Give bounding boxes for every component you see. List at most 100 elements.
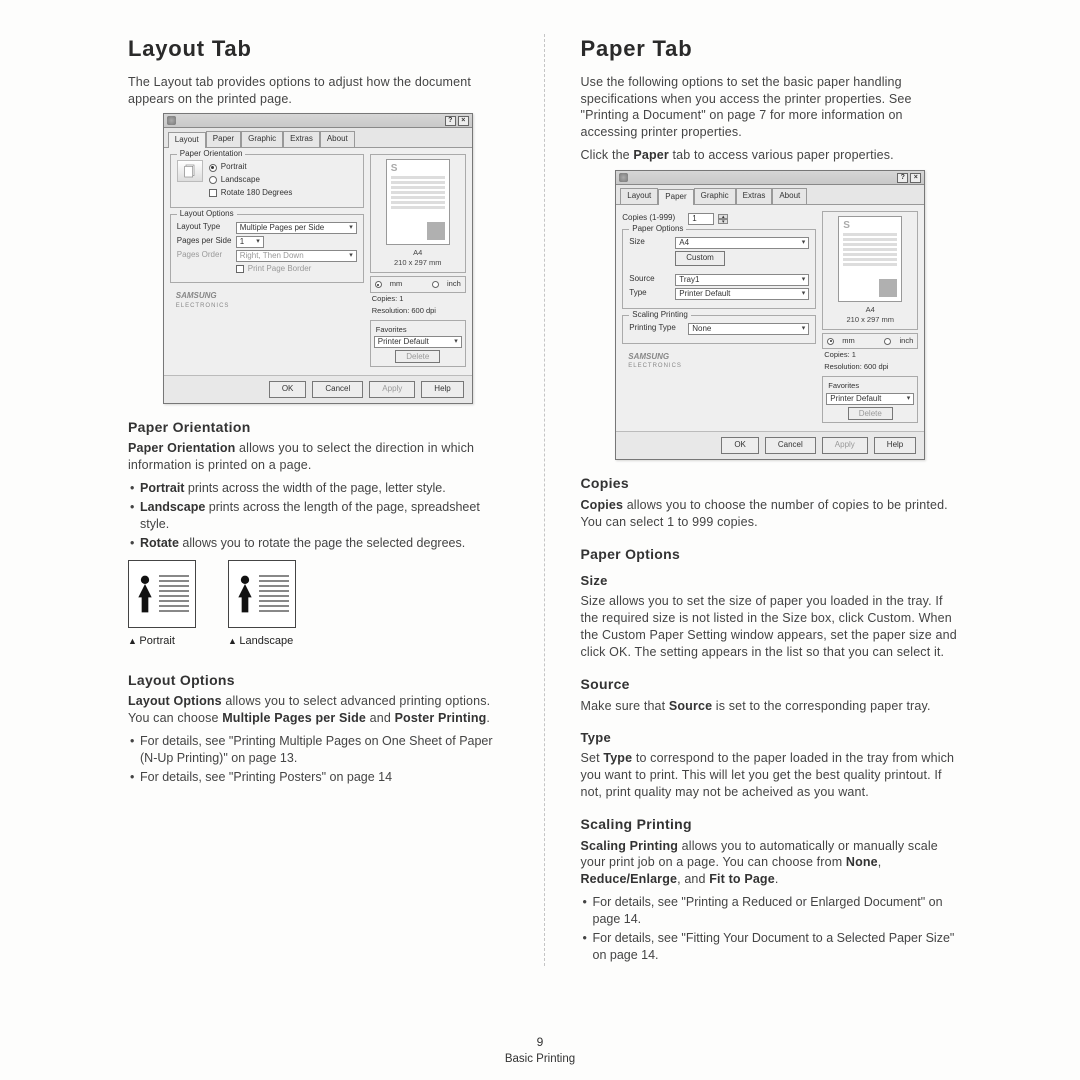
list-item: For details, see "Printing Multiple Page… (130, 733, 508, 767)
pages-per-side-select[interactable]: 1▾ (236, 236, 264, 248)
page-number: 9 (0, 1034, 1080, 1050)
source-label: Source (629, 274, 671, 285)
preview-pane: S A4210 x 297 mm (822, 211, 918, 330)
landscape-thumbnail (228, 560, 296, 628)
custom-button[interactable]: Custom (675, 251, 725, 266)
apply-button: Apply (822, 437, 868, 454)
size-text: Size allows you to set the size of paper… (581, 593, 961, 661)
favorites-title: Favorites (374, 324, 462, 336)
help-button[interactable]: Help (874, 437, 916, 454)
pages-per-side-label: Pages per Side (177, 236, 232, 247)
unit-inch-radio[interactable] (432, 281, 439, 288)
app-icon (167, 116, 176, 125)
tab-about[interactable]: About (320, 131, 355, 147)
layout-options-text: Layout Options allows you to select adva… (128, 693, 508, 727)
copies-text: Copies allows you to choose the number o… (581, 497, 961, 531)
copies-label: Copies (1-999) (622, 213, 684, 224)
copies-heading: Copies (581, 474, 961, 493)
landscape-label: Landscape (221, 175, 260, 186)
print-border-label: Print Page Border (248, 264, 312, 275)
close-icon[interactable]: × (458, 116, 469, 126)
close-icon[interactable]: × (910, 173, 921, 183)
copies-info: Copies: 1 (822, 349, 918, 361)
type-select[interactable]: Printer Default▾ (675, 288, 809, 300)
landscape-caption: Landscape (228, 634, 298, 649)
spinner-down[interactable]: ▾ (718, 219, 728, 224)
tab-extras[interactable]: Extras (283, 131, 320, 147)
size-heading: Size (581, 572, 961, 590)
delete-button: Delete (848, 407, 893, 420)
paper-tab-heading: Paper Tab (581, 34, 961, 64)
size-select[interactable]: A4▾ (675, 237, 809, 249)
orientation-icon (177, 160, 203, 182)
tab-about[interactable]: About (772, 188, 807, 204)
copies-input[interactable]: 1 (688, 213, 714, 225)
cancel-button[interactable]: Cancel (765, 437, 816, 454)
tab-layout[interactable]: Layout (620, 188, 658, 204)
source-text: Make sure that Source is set to the corr… (581, 698, 961, 715)
list-item: Portrait prints across the width of the … (130, 480, 508, 497)
list-item: Rotate allows you to rotate the page the… (130, 535, 508, 552)
layout-type-label: Layout Type (177, 222, 232, 233)
tab-graphic[interactable]: Graphic (694, 188, 736, 204)
samsung-logo: SAMSUNGELECTRONICS (622, 350, 816, 373)
group-title: Paper Options (629, 224, 686, 235)
tab-extras[interactable]: Extras (736, 188, 773, 204)
portrait-label: Portrait (221, 162, 247, 173)
group-title: Paper Orientation (177, 149, 246, 160)
size-label: Size (629, 237, 671, 248)
right-column: Paper Tab Use the following options to s… (581, 34, 961, 966)
layout-type-select[interactable]: Multiple Pages per Side▾ (236, 222, 357, 234)
source-heading: Source (581, 675, 961, 694)
app-icon (619, 173, 628, 182)
list-item: For details, see "Printing a Reduced or … (583, 894, 961, 928)
group-title: Scaling Printing (629, 310, 691, 321)
help-icon[interactable]: ? (445, 116, 456, 126)
list-item: For details, see "Fitting Your Document … (583, 930, 961, 964)
scaling-heading: Scaling Printing (581, 815, 961, 834)
type-heading: Type (581, 729, 961, 747)
page-order-select: Right, Then Down▾ (236, 250, 357, 262)
tab-graphic[interactable]: Graphic (241, 131, 283, 147)
portrait-thumbnail (128, 560, 196, 628)
source-select[interactable]: Tray1▾ (675, 274, 809, 286)
favorites-select[interactable]: Printer Default▾ (374, 336, 462, 348)
cancel-button[interactable]: Cancel (312, 381, 363, 398)
unit-inch-radio[interactable] (884, 338, 891, 345)
favorites-select[interactable]: Printer Default▾ (826, 393, 914, 405)
landscape-radio[interactable] (209, 176, 217, 184)
unit-mm-radio[interactable] (375, 281, 382, 288)
rotate-label: Rotate 180 Degrees (221, 188, 293, 199)
print-border-checkbox (236, 265, 244, 273)
preview-pane: S A4210 x 297 mm (370, 154, 466, 273)
portrait-radio[interactable] (209, 164, 217, 172)
page-footer: 9 Basic Printing (0, 1034, 1080, 1068)
resolution-info: Resolution: 600 dpi (370, 305, 466, 317)
favorites-title: Favorites (826, 380, 914, 392)
paper-intro1: Use the following options to set the bas… (581, 74, 961, 142)
printing-type-select[interactable]: None▾ (688, 323, 809, 335)
layout-options-heading: Layout Options (128, 671, 508, 690)
paper-dialog: ? × Layout Paper Graphic Extras About Co… (615, 170, 925, 460)
help-button[interactable]: Help (421, 381, 463, 398)
ok-button[interactable]: OK (269, 381, 307, 398)
tab-paper[interactable]: Paper (206, 131, 241, 147)
copies-info: Copies: 1 (370, 293, 466, 305)
footer-section: Basic Printing (0, 1052, 1080, 1068)
printing-type-label: Printing Type (629, 323, 684, 334)
resolution-info: Resolution: 600 dpi (822, 361, 918, 373)
paper-orientation-text: Paper Orientation allows you to select t… (128, 440, 508, 474)
list-item: Landscape prints across the length of th… (130, 499, 508, 533)
samsung-logo: SAMSUNGELECTRONICS (170, 289, 364, 312)
paper-options-heading: Paper Options (581, 545, 961, 564)
page-order-label: Pages Order (177, 250, 232, 261)
help-icon[interactable]: ? (897, 173, 908, 183)
ok-button[interactable]: OK (721, 437, 759, 454)
tab-paper[interactable]: Paper (658, 189, 693, 205)
portrait-caption: Portrait (128, 634, 198, 649)
tab-layout[interactable]: Layout (168, 132, 206, 148)
unit-mm-radio[interactable] (827, 338, 834, 345)
paper-orientation-heading: Paper Orientation (128, 418, 508, 437)
group-title: Layout Options (177, 209, 237, 220)
rotate-checkbox[interactable] (209, 189, 217, 197)
